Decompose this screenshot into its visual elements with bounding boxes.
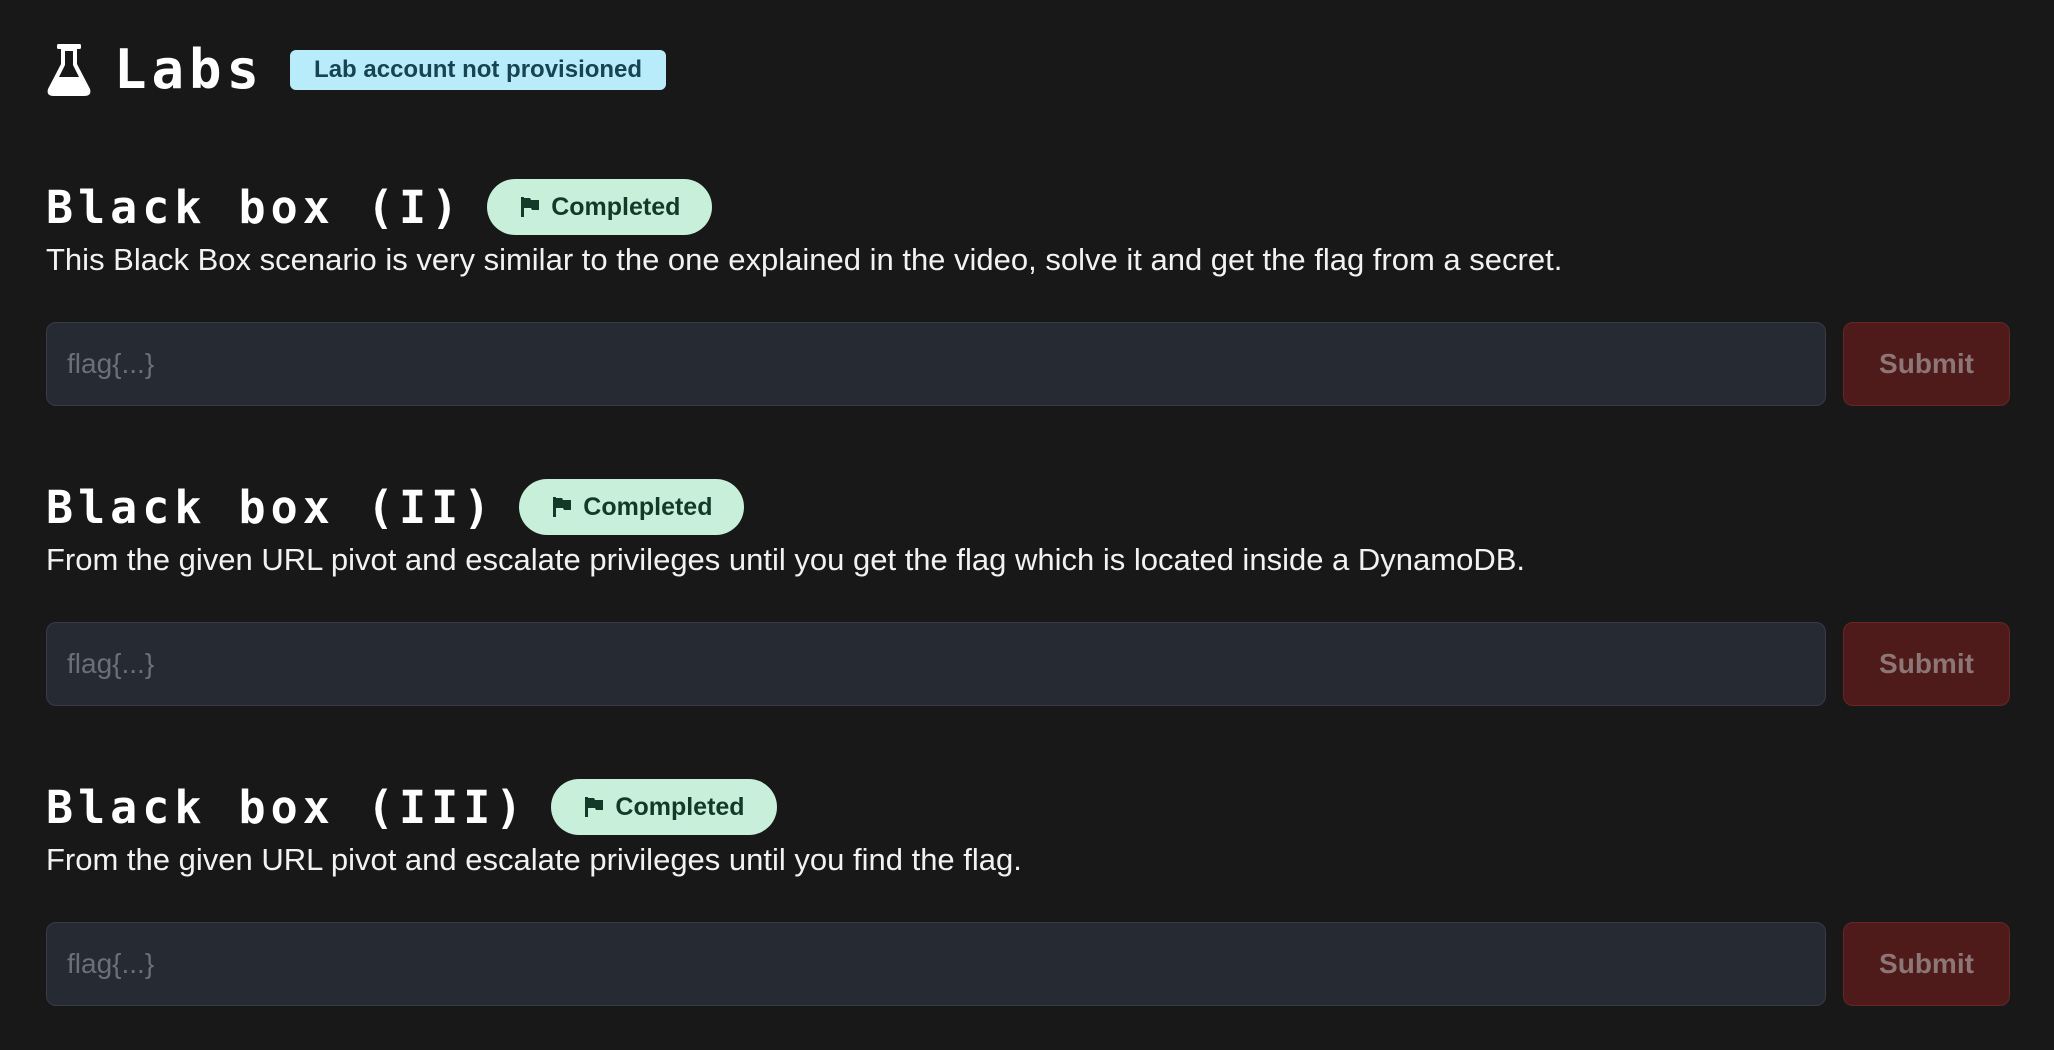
- submit-button[interactable]: Submit: [1843, 622, 2010, 706]
- flag-icon: [521, 197, 540, 217]
- completed-badge: Completed: [487, 179, 713, 235]
- lab-description: This Black Box scenario is very similar …: [46, 242, 1563, 277]
- lab-header: Black box (III) Completed: [46, 778, 777, 836]
- page-header: Labs Lab account not provisioned: [46, 38, 667, 102]
- flag-input[interactable]: [46, 622, 1826, 706]
- flag-input[interactable]: [46, 922, 1826, 1006]
- completed-label: Completed: [551, 192, 681, 221]
- flag-icon: [553, 497, 572, 517]
- lab-description: From the given URL pivot and escalate pr…: [46, 542, 1526, 577]
- submit-button[interactable]: Submit: [1843, 922, 2010, 1006]
- lab-description: From the given URL pivot and escalate pr…: [46, 842, 1022, 877]
- page-title: Labs: [114, 38, 265, 101]
- lab-card: Black box (I) Completed This Black Box s…: [46, 178, 2010, 418]
- submit-button[interactable]: Submit: [1843, 322, 2010, 406]
- lab-title: Black box (III): [46, 780, 528, 834]
- completed-badge: Completed: [519, 479, 745, 535]
- flag-input[interactable]: [46, 322, 1826, 406]
- lab-card: Black box (III) Completed From the given…: [46, 778, 2010, 1018]
- status-badge: Lab account not provisioned: [290, 50, 667, 90]
- completed-label: Completed: [583, 492, 713, 521]
- flag-icon: [585, 797, 604, 817]
- completed-badge: Completed: [551, 779, 777, 835]
- lab-header: Black box (I) Completed: [46, 178, 713, 236]
- completed-label: Completed: [615, 792, 745, 821]
- lab-title: Black box (I): [46, 180, 464, 234]
- lab-header: Black box (II) Completed: [46, 478, 745, 536]
- lab-card: Black box (II) Completed From the given …: [46, 478, 2010, 718]
- lab-title: Black box (II): [46, 480, 496, 534]
- flask-icon: [47, 44, 91, 96]
